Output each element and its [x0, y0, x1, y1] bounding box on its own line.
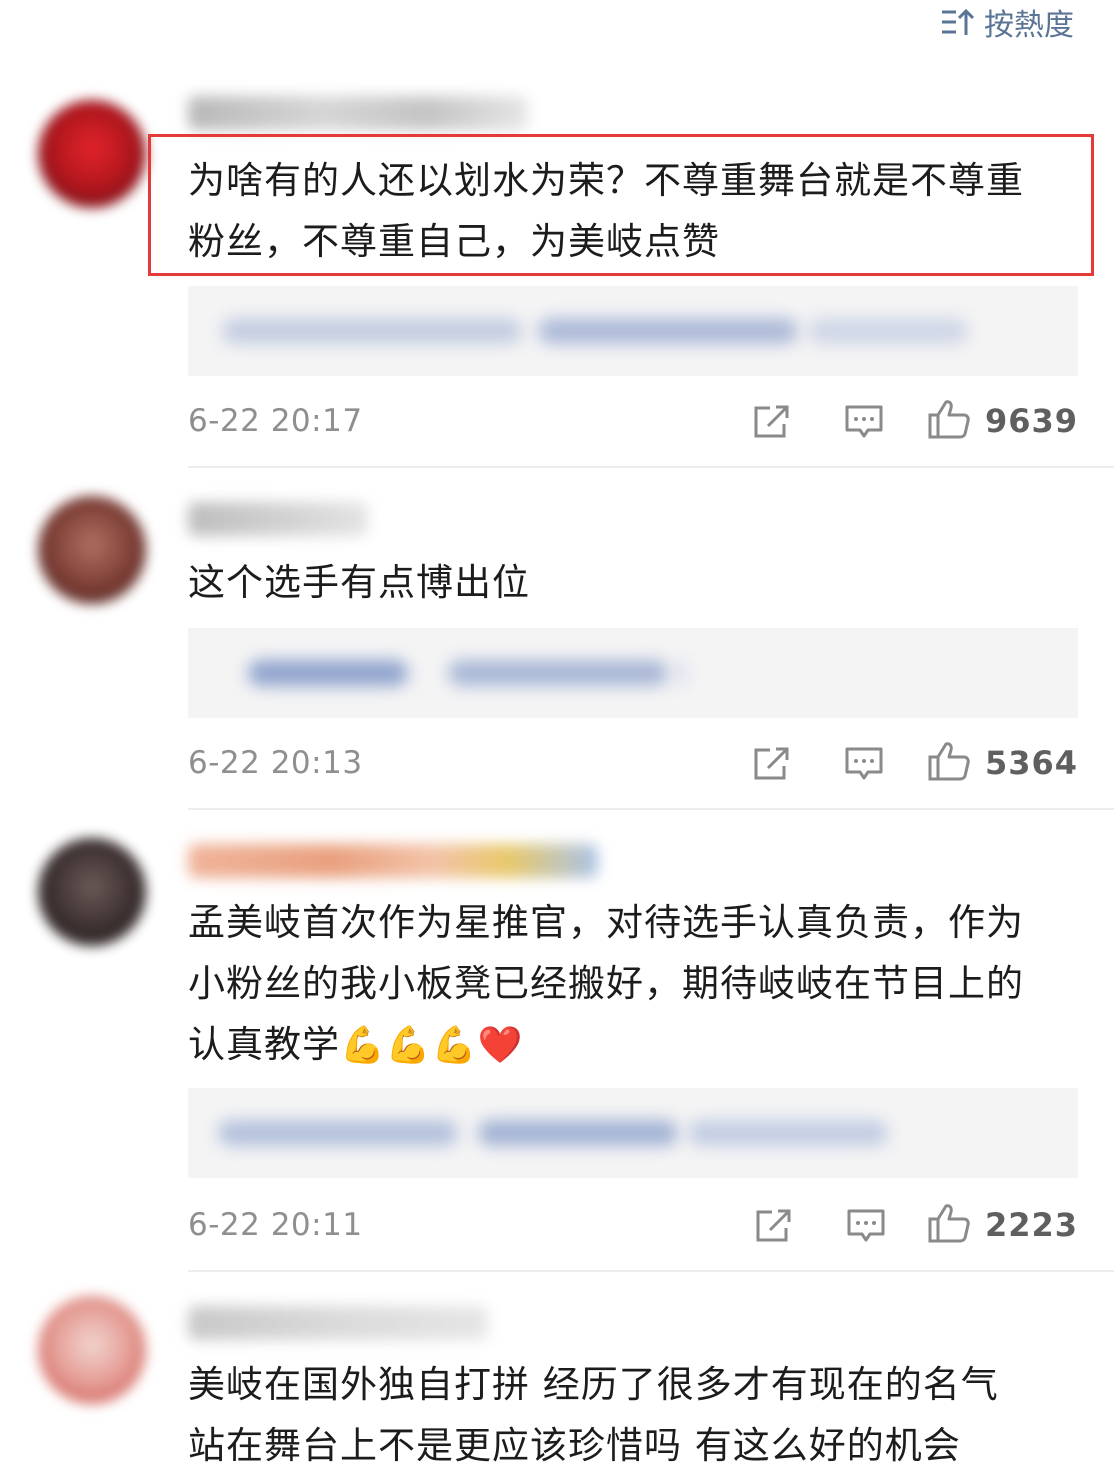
sort-by-heat-button[interactable]: 按熱度 — [940, 0, 1074, 44]
reply-preview[interactable] — [188, 286, 1078, 376]
comment-text: 美岐在国外独自打拼 经历了很多才有现在的名气 站在舞台上不是更应该珍惜吗 有这么… — [188, 1354, 1088, 1476]
comment-line: 孟美岐首次作为星推官，对待选手认真负责，作为 — [188, 901, 1024, 944]
share-icon[interactable] — [752, 744, 792, 784]
divider — [188, 808, 1114, 810]
comment-meta: 6-22 20:13 5364 — [188, 738, 1078, 788]
comment-text: 这个选手有点博出位 — [188, 552, 1088, 613]
comment-meta: 6-22 20:17 9639 — [188, 396, 1078, 446]
thumbs-up-icon — [927, 1201, 971, 1249]
comment-line-text: 认真教学 — [188, 1023, 340, 1066]
comment-text: 孟美岐首次作为星推官，对待选手认真负责，作为 小粉丝的我小板凳已经搬好，期待岐岐… — [188, 892, 1088, 1076]
comment-line: 小粉丝的我小板凳已经搬好，期待岐岐在节目上的 — [188, 962, 1024, 1005]
comment-line: 这个选手有点博出位 — [188, 561, 530, 604]
thumbs-up-icon — [927, 397, 971, 445]
comment-line: 站在舞台上不是更应该珍惜吗 有这么好的机会 — [188, 1424, 961, 1467]
username-blurred[interactable] — [188, 502, 368, 536]
sort-label: 按熱度 — [984, 8, 1074, 43]
thumbs-up-icon — [927, 739, 971, 787]
comment-meta: 6-22 20:11 2223 — [188, 1200, 1078, 1250]
timestamp: 6-22 20:11 — [188, 1207, 363, 1243]
avatar[interactable] — [38, 838, 146, 946]
comment-line: 美岐在国外独自打拼 经历了很多才有现在的名气 — [188, 1363, 999, 1406]
like-count: 5364 — [984, 744, 1078, 782]
comment-reply-icon[interactable] — [846, 1206, 886, 1246]
emoji-group: 💪💪💪❤️ — [340, 1025, 524, 1066]
username-blurred[interactable] — [188, 1306, 488, 1340]
like-button[interactable]: 5364 — [927, 738, 1078, 788]
reply-preview[interactable] — [188, 1088, 1078, 1178]
like-count: 2223 — [984, 1206, 1078, 1244]
timestamp: 6-22 20:17 — [188, 403, 363, 439]
highlight-box — [148, 134, 1094, 276]
avatar[interactable] — [38, 1296, 146, 1404]
comment-line: 认真教学💪💪💪❤️ — [188, 1014, 1088, 1076]
like-button[interactable]: 9639 — [927, 396, 1078, 446]
username-blurred[interactable] — [188, 844, 598, 878]
username-blurred[interactable] — [188, 96, 528, 130]
divider — [188, 1270, 1114, 1272]
avatar[interactable] — [38, 100, 146, 208]
reply-preview[interactable] — [188, 628, 1078, 718]
timestamp: 6-22 20:13 — [188, 745, 363, 781]
sort-icon — [940, 7, 974, 37]
comment-reply-icon[interactable] — [844, 744, 884, 784]
divider — [188, 466, 1114, 468]
share-icon[interactable] — [754, 1206, 794, 1246]
comment-reply-icon[interactable] — [844, 402, 884, 442]
like-count: 9639 — [984, 402, 1078, 440]
avatar[interactable] — [38, 496, 146, 604]
like-button[interactable]: 2223 — [927, 1200, 1078, 1250]
share-icon[interactable] — [752, 402, 792, 442]
